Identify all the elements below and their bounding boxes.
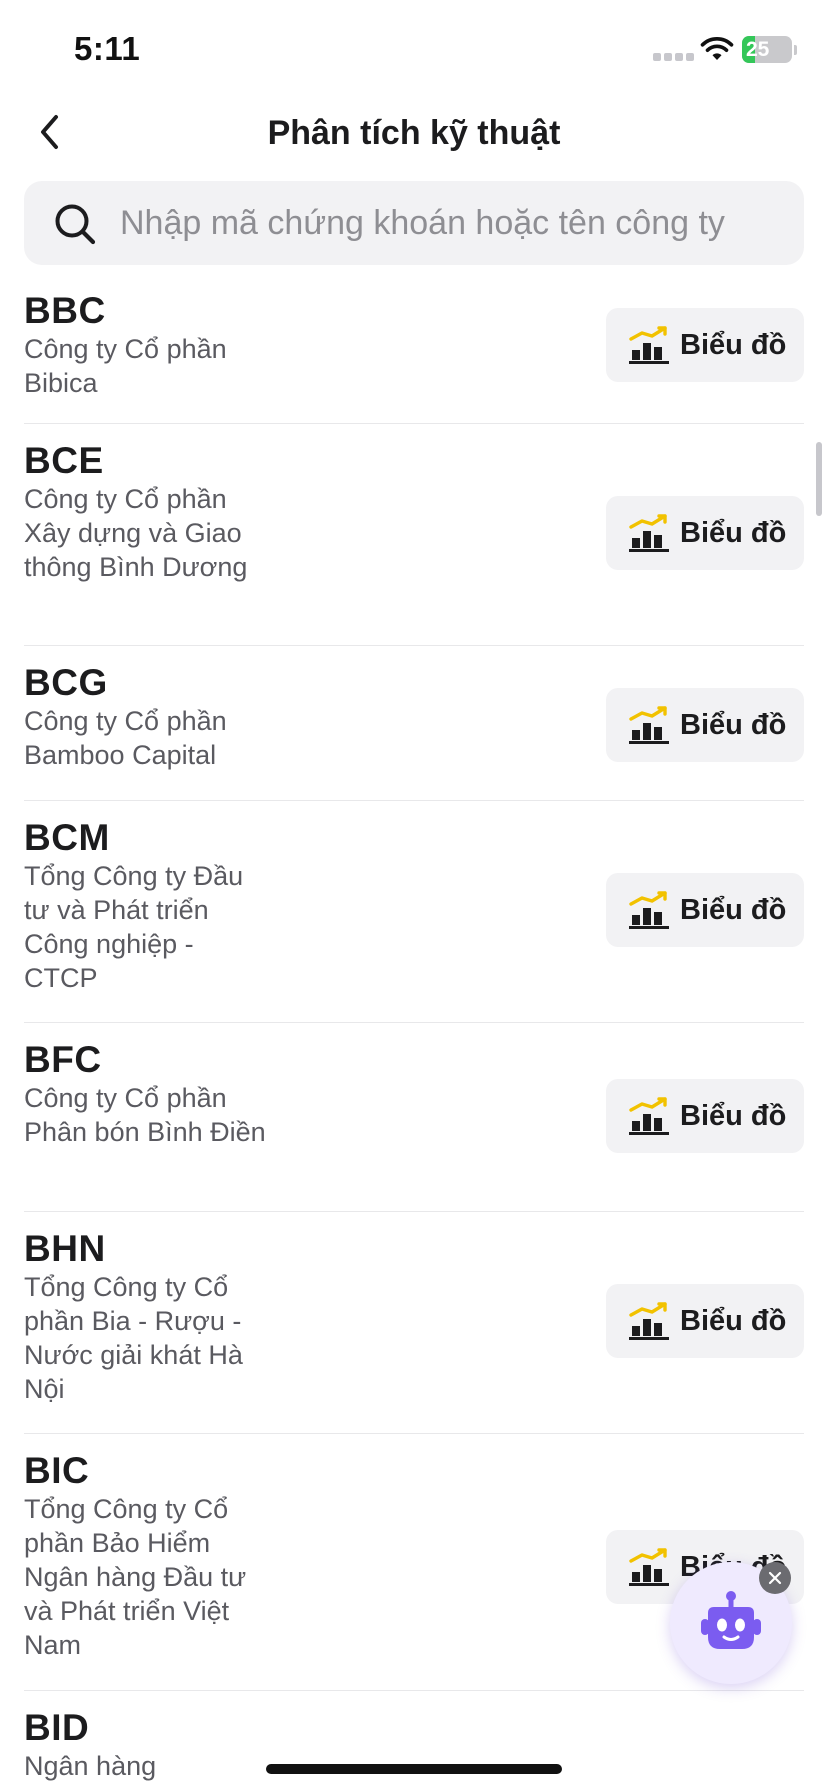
company-name: Ngân hàng: [24, 1751, 157, 1781]
stock-row[interactable]: BCM Tổng Công ty Đầu tư và Phát triển Côn…: [24, 801, 804, 1023]
header: Phân tích kỹ thuật: [0, 100, 828, 170]
stock-code: BHN: [24, 1228, 106, 1269]
chart-button[interactable]: Biểu đồ: [606, 1079, 804, 1153]
stock-code: BCG: [24, 662, 108, 703]
stock-row[interactable]: BHN Tổng Công ty Cổ phần Bia - Rượu - Nướ…: [24, 1212, 804, 1434]
chart-button-label: Biểu đồ: [680, 1099, 787, 1132]
stock-row[interactable]: BCG Công ty Cổ phần Bamboo Capital Biểu đ…: [24, 646, 804, 801]
chart-button-label: Biểu đồ: [680, 1304, 787, 1337]
stock-row[interactable]: BID Ngân hàng: [24, 1691, 804, 1792]
stock-row[interactable]: BFC Công ty Cổ phần Phân bón Bình Điền Bi…: [24, 1023, 804, 1212]
chart-icon: [629, 706, 669, 744]
company-name: Công ty Cổ phần Bamboo Capital: [24, 706, 227, 770]
battery-icon: 25: [742, 36, 792, 63]
company-name: Tổng Công ty Cổ phần Bia - Rượu - Nước g…: [24, 1272, 243, 1404]
chart-button[interactable]: Biểu đồ: [606, 496, 804, 570]
status-bar: 5:11 25: [0, 0, 828, 100]
company-name: Công ty Cổ phần Xây dựng và Giao thông B…: [24, 484, 248, 582]
chart-button-label: Biểu đồ: [680, 708, 787, 741]
search-icon: [55, 204, 96, 245]
stock-code: BBC: [24, 290, 106, 331]
status-time: 5:11: [74, 30, 141, 67]
robot-icon: [701, 1591, 761, 1649]
search-bar[interactable]: [24, 181, 804, 265]
chart-button[interactable]: Biểu đồ: [606, 873, 804, 947]
company-name: Tổng Công ty Đầu tư và Phát triển Công n…: [24, 861, 244, 993]
battery-percent: 25: [746, 38, 770, 61]
page-title: Phân tích kỹ thuật: [267, 114, 561, 152]
chart-icon: [629, 1097, 669, 1135]
chart-icon: [629, 514, 669, 552]
chart-icon: [629, 1548, 669, 1586]
stock-code: BFC: [24, 1039, 102, 1080]
stock-code: BIC: [24, 1450, 90, 1491]
cellular-signal-icon: [653, 53, 694, 61]
chart-icon: [629, 1302, 669, 1340]
chart-button-label: Biểu đồ: [680, 328, 787, 361]
chart-button[interactable]: Biểu đồ: [606, 308, 804, 382]
chart-button[interactable]: Biểu đồ: [606, 688, 804, 762]
stock-code: BCE: [24, 440, 104, 481]
company-name: Công ty Cổ phần Phân bón Bình Điền: [24, 1083, 266, 1147]
chart-icon: [629, 326, 669, 364]
stock-code: BID: [24, 1707, 90, 1748]
stock-row[interactable]: BCE Công ty Cổ phần Xây dựng và Giao thôn…: [24, 424, 804, 646]
stock-row[interactable]: BBC Công ty Cổ phần Bibica Biểu đồ: [24, 280, 804, 424]
home-indicator: [266, 1764, 562, 1774]
search-input[interactable]: [120, 181, 790, 265]
chart-button-label: Biểu đồ: [680, 516, 787, 549]
wifi-icon: [700, 37, 734, 60]
chart-button-label: Biểu đồ: [680, 893, 787, 926]
company-name: Tổng Công ty Cổ phần Bảo Hiểm Ngân hàng …: [24, 1494, 247, 1660]
stock-code: BCM: [24, 817, 110, 858]
close-icon: [768, 1571, 782, 1585]
close-assistant-button[interactable]: [759, 1562, 791, 1594]
chart-button[interactable]: Biểu đồ: [606, 1284, 804, 1358]
scrollbar[interactable]: [816, 442, 822, 516]
company-name: Công ty Cổ phần Bibica: [24, 334, 227, 398]
chart-icon: [629, 891, 669, 929]
